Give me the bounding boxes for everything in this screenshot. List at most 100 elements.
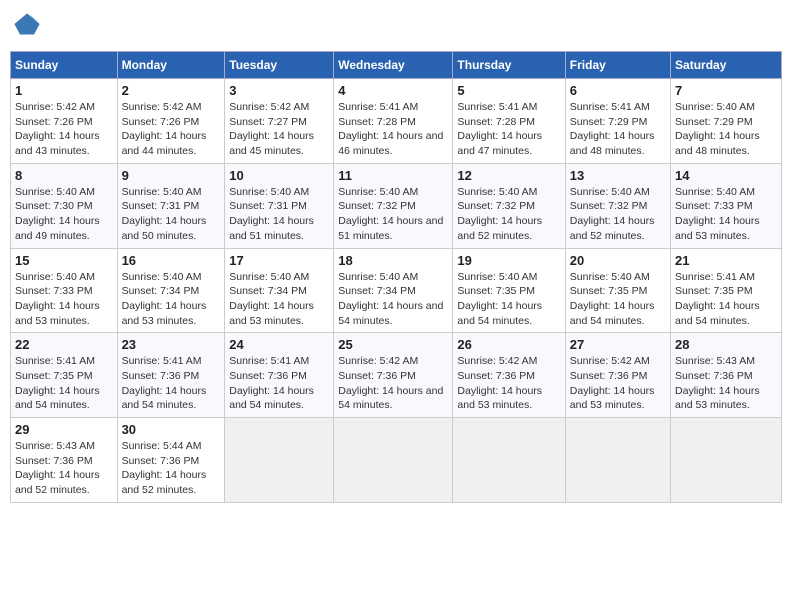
day-info: Sunrise: 5:40 AMSunset: 7:35 PMDaylight:…: [570, 271, 655, 327]
day-number: 17: [229, 253, 329, 268]
calendar-cell: [453, 418, 565, 503]
calendar-cell: 26 Sunrise: 5:42 AMSunset: 7:36 PMDaylig…: [453, 333, 565, 418]
day-info: Sunrise: 5:40 AMSunset: 7:32 PMDaylight:…: [570, 186, 655, 242]
day-info: Sunrise: 5:42 AMSunset: 7:36 PMDaylight:…: [457, 355, 542, 411]
calendar-cell: [225, 418, 334, 503]
col-header-sunday: Sunday: [11, 52, 118, 79]
day-info: Sunrise: 5:40 AMSunset: 7:33 PMDaylight:…: [15, 271, 100, 327]
calendar-cell: 16 Sunrise: 5:40 AMSunset: 7:34 PMDaylig…: [117, 248, 225, 333]
calendar-cell: 12 Sunrise: 5:40 AMSunset: 7:32 PMDaylig…: [453, 163, 565, 248]
calendar-cell: 6 Sunrise: 5:41 AMSunset: 7:29 PMDayligh…: [565, 79, 670, 164]
day-info: Sunrise: 5:43 AMSunset: 7:36 PMDaylight:…: [15, 440, 100, 496]
day-number: 20: [570, 253, 666, 268]
logo-icon: [13, 10, 41, 38]
day-number: 29: [15, 422, 113, 437]
day-number: 9: [122, 168, 221, 183]
day-number: 5: [457, 83, 560, 98]
calendar-week-2: 8 Sunrise: 5:40 AMSunset: 7:30 PMDayligh…: [11, 163, 782, 248]
calendar-cell: 23 Sunrise: 5:41 AMSunset: 7:36 PMDaylig…: [117, 333, 225, 418]
col-header-tuesday: Tuesday: [225, 52, 334, 79]
calendar-cell: 20 Sunrise: 5:40 AMSunset: 7:35 PMDaylig…: [565, 248, 670, 333]
day-info: Sunrise: 5:40 AMSunset: 7:35 PMDaylight:…: [457, 271, 542, 327]
day-number: 25: [338, 337, 448, 352]
calendar-cell: 25 Sunrise: 5:42 AMSunset: 7:36 PMDaylig…: [334, 333, 453, 418]
day-number: 1: [15, 83, 113, 98]
day-number: 7: [675, 83, 777, 98]
calendar-cell: 30 Sunrise: 5:44 AMSunset: 7:36 PMDaylig…: [117, 418, 225, 503]
calendar-cell: 27 Sunrise: 5:42 AMSunset: 7:36 PMDaylig…: [565, 333, 670, 418]
day-info: Sunrise: 5:42 AMSunset: 7:27 PMDaylight:…: [229, 101, 314, 157]
day-info: Sunrise: 5:42 AMSunset: 7:26 PMDaylight:…: [122, 101, 207, 157]
day-info: Sunrise: 5:41 AMSunset: 7:36 PMDaylight:…: [229, 355, 314, 411]
calendar-cell: 29 Sunrise: 5:43 AMSunset: 7:36 PMDaylig…: [11, 418, 118, 503]
day-info: Sunrise: 5:41 AMSunset: 7:28 PMDaylight:…: [457, 101, 542, 157]
col-header-thursday: Thursday: [453, 52, 565, 79]
day-info: Sunrise: 5:41 AMSunset: 7:29 PMDaylight:…: [570, 101, 655, 157]
calendar-week-1: 1 Sunrise: 5:42 AMSunset: 7:26 PMDayligh…: [11, 79, 782, 164]
day-number: 28: [675, 337, 777, 352]
day-info: Sunrise: 5:43 AMSunset: 7:36 PMDaylight:…: [675, 355, 760, 411]
calendar-cell: 10 Sunrise: 5:40 AMSunset: 7:31 PMDaylig…: [225, 163, 334, 248]
calendar-cell: [671, 418, 782, 503]
calendar-week-5: 29 Sunrise: 5:43 AMSunset: 7:36 PMDaylig…: [11, 418, 782, 503]
day-number: 27: [570, 337, 666, 352]
day-info: Sunrise: 5:40 AMSunset: 7:33 PMDaylight:…: [675, 186, 760, 242]
calendar-cell: [334, 418, 453, 503]
day-number: 30: [122, 422, 221, 437]
day-number: 22: [15, 337, 113, 352]
day-info: Sunrise: 5:40 AMSunset: 7:31 PMDaylight:…: [229, 186, 314, 242]
day-info: Sunrise: 5:42 AMSunset: 7:36 PMDaylight:…: [570, 355, 655, 411]
calendar-cell: 5 Sunrise: 5:41 AMSunset: 7:28 PMDayligh…: [453, 79, 565, 164]
calendar-cell: 24 Sunrise: 5:41 AMSunset: 7:36 PMDaylig…: [225, 333, 334, 418]
calendar-cell: 21 Sunrise: 5:41 AMSunset: 7:35 PMDaylig…: [671, 248, 782, 333]
day-number: 6: [570, 83, 666, 98]
day-info: Sunrise: 5:40 AMSunset: 7:34 PMDaylight:…: [122, 271, 207, 327]
day-info: Sunrise: 5:40 AMSunset: 7:29 PMDaylight:…: [675, 101, 760, 157]
calendar-cell: 13 Sunrise: 5:40 AMSunset: 7:32 PMDaylig…: [565, 163, 670, 248]
day-info: Sunrise: 5:42 AMSunset: 7:36 PMDaylight:…: [338, 355, 443, 411]
day-number: 16: [122, 253, 221, 268]
day-info: Sunrise: 5:44 AMSunset: 7:36 PMDaylight:…: [122, 440, 207, 496]
day-number: 21: [675, 253, 777, 268]
day-info: Sunrise: 5:40 AMSunset: 7:30 PMDaylight:…: [15, 186, 100, 242]
calendar-cell: 4 Sunrise: 5:41 AMSunset: 7:28 PMDayligh…: [334, 79, 453, 164]
day-number: 12: [457, 168, 560, 183]
logo: [10, 10, 41, 43]
calendar-cell: 3 Sunrise: 5:42 AMSunset: 7:27 PMDayligh…: [225, 79, 334, 164]
calendar-cell: 2 Sunrise: 5:42 AMSunset: 7:26 PMDayligh…: [117, 79, 225, 164]
col-header-saturday: Saturday: [671, 52, 782, 79]
calendar-cell: 28 Sunrise: 5:43 AMSunset: 7:36 PMDaylig…: [671, 333, 782, 418]
calendar-cell: 8 Sunrise: 5:40 AMSunset: 7:30 PMDayligh…: [11, 163, 118, 248]
col-header-friday: Friday: [565, 52, 670, 79]
day-info: Sunrise: 5:41 AMSunset: 7:35 PMDaylight:…: [675, 271, 760, 327]
calendar-cell: 18 Sunrise: 5:40 AMSunset: 7:34 PMDaylig…: [334, 248, 453, 333]
page-header: [10, 10, 782, 43]
calendar-cell: 19 Sunrise: 5:40 AMSunset: 7:35 PMDaylig…: [453, 248, 565, 333]
day-number: 4: [338, 83, 448, 98]
calendar-cell: 11 Sunrise: 5:40 AMSunset: 7:32 PMDaylig…: [334, 163, 453, 248]
day-number: 26: [457, 337, 560, 352]
calendar-cell: 7 Sunrise: 5:40 AMSunset: 7:29 PMDayligh…: [671, 79, 782, 164]
day-info: Sunrise: 5:42 AMSunset: 7:26 PMDaylight:…: [15, 101, 100, 157]
day-info: Sunrise: 5:40 AMSunset: 7:34 PMDaylight:…: [338, 271, 443, 327]
day-number: 2: [122, 83, 221, 98]
day-info: Sunrise: 5:41 AMSunset: 7:35 PMDaylight:…: [15, 355, 100, 411]
day-info: Sunrise: 5:40 AMSunset: 7:32 PMDaylight:…: [338, 186, 443, 242]
day-number: 24: [229, 337, 329, 352]
calendar-cell: 22 Sunrise: 5:41 AMSunset: 7:35 PMDaylig…: [11, 333, 118, 418]
day-number: 3: [229, 83, 329, 98]
col-header-wednesday: Wednesday: [334, 52, 453, 79]
day-info: Sunrise: 5:41 AMSunset: 7:36 PMDaylight:…: [122, 355, 207, 411]
day-number: 10: [229, 168, 329, 183]
calendar-cell: 1 Sunrise: 5:42 AMSunset: 7:26 PMDayligh…: [11, 79, 118, 164]
calendar-table: SundayMondayTuesdayWednesdayThursdayFrid…: [10, 51, 782, 503]
calendar-cell: 14 Sunrise: 5:40 AMSunset: 7:33 PMDaylig…: [671, 163, 782, 248]
day-number: 14: [675, 168, 777, 183]
day-info: Sunrise: 5:40 AMSunset: 7:31 PMDaylight:…: [122, 186, 207, 242]
calendar-week-4: 22 Sunrise: 5:41 AMSunset: 7:35 PMDaylig…: [11, 333, 782, 418]
calendar-cell: 17 Sunrise: 5:40 AMSunset: 7:34 PMDaylig…: [225, 248, 334, 333]
calendar-cell: 15 Sunrise: 5:40 AMSunset: 7:33 PMDaylig…: [11, 248, 118, 333]
day-number: 23: [122, 337, 221, 352]
day-number: 11: [338, 168, 448, 183]
day-number: 15: [15, 253, 113, 268]
